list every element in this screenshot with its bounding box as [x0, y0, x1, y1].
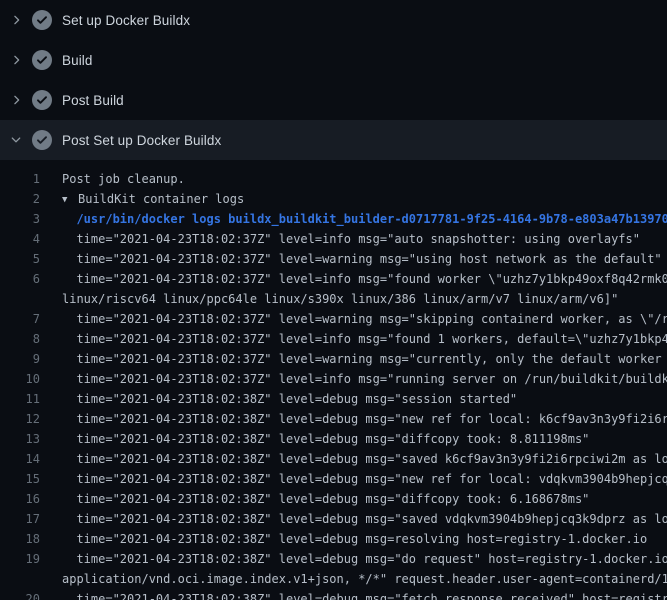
log-line-text: Post job cleanup. [62, 169, 667, 189]
step-header-0[interactable]: Set up Docker Buildx [0, 0, 667, 40]
step-list: Set up Docker Buildx Build Post Build [0, 0, 667, 160]
check-circle-icon [32, 50, 52, 70]
log-line-text: time="2021-04-23T18:02:38Z" level=debug … [62, 549, 667, 569]
log-line: linux/riscv64 linux/ppc64le linux/s390x … [0, 289, 667, 309]
log-line-text: /usr/bin/docker logs buildx_buildkit_bui… [62, 209, 667, 229]
step-header-1[interactable]: Build [0, 40, 667, 80]
log-line-number[interactable]: 1 [0, 169, 40, 189]
log-line-number[interactable]: 11 [0, 389, 40, 409]
log-line-number[interactable]: 4 [0, 229, 40, 249]
log-line-text: time="2021-04-23T18:02:38Z" level=debug … [62, 449, 667, 469]
log-line: application/vnd.oci.image.index.v1+json,… [0, 569, 667, 589]
log-line: 5 time="2021-04-23T18:02:37Z" level=warn… [0, 249, 667, 269]
log-line-text: time="2021-04-23T18:02:37Z" level=warnin… [62, 309, 667, 329]
log-line: 14 time="2021-04-23T18:02:38Z" level=deb… [0, 449, 667, 469]
log-line: 16 time="2021-04-23T18:02:38Z" level=deb… [0, 489, 667, 509]
log-line-number[interactable]: 10 [0, 369, 40, 389]
log-line-number[interactable]: 3 [0, 209, 40, 229]
triangle-down-icon[interactable]: ▼ [62, 190, 78, 210]
log-line-text: ▼BuildKit container logs [62, 189, 667, 209]
check-circle-icon [32, 90, 52, 110]
log-line-number[interactable]: 12 [0, 409, 40, 429]
log-line-number[interactable]: 17 [0, 509, 40, 529]
log-line-text: time="2021-04-23T18:02:38Z" level=debug … [62, 429, 667, 449]
log-line-number[interactable]: 14 [0, 449, 40, 469]
log-line: 6 time="2021-04-23T18:02:37Z" level=info… [0, 269, 667, 289]
log-line-text: time="2021-04-23T18:02:37Z" level=info m… [62, 269, 667, 289]
log-line-text: linux/riscv64 linux/ppc64le linux/s390x … [62, 289, 667, 309]
log-line: 10 time="2021-04-23T18:02:37Z" level=inf… [0, 369, 667, 389]
log-line-number[interactable]: 16 [0, 489, 40, 509]
log-line: 3 /usr/bin/docker logs buildx_buildkit_b… [0, 209, 667, 229]
log-line-number[interactable]: 2 [0, 189, 40, 209]
step-label: Post Set up Docker Buildx [62, 133, 221, 148]
log-line-text: time="2021-04-23T18:02:38Z" level=debug … [62, 409, 667, 429]
log-line: 4 time="2021-04-23T18:02:37Z" level=info… [0, 229, 667, 249]
log-line-text: time="2021-04-23T18:02:37Z" level=info m… [62, 369, 667, 389]
log-line: 12 time="2021-04-23T18:02:38Z" level=deb… [0, 409, 667, 429]
log-line-text: time="2021-04-23T18:02:38Z" level=debug … [62, 489, 667, 509]
log-line-number[interactable]: 5 [0, 249, 40, 269]
log-line-number[interactable]: 8 [0, 329, 40, 349]
chevron-right-icon[interactable] [8, 12, 24, 28]
log-line: 18 time="2021-04-23T18:02:38Z" level=deb… [0, 529, 667, 549]
log-line-text: time="2021-04-23T18:02:38Z" level=debug … [62, 469, 667, 489]
log-line-text: time="2021-04-23T18:02:38Z" level=debug … [62, 509, 667, 529]
log-line-number[interactable]: 18 [0, 529, 40, 549]
log-line: 1 Post job cleanup. [0, 169, 667, 189]
log-line-text: time="2021-04-23T18:02:38Z" level=debug … [62, 589, 667, 600]
log-line-text: time="2021-04-23T18:02:38Z" level=debug … [62, 529, 667, 549]
log-line: 9 time="2021-04-23T18:02:37Z" level=warn… [0, 349, 667, 369]
log-line-number[interactable]: 13 [0, 429, 40, 449]
log-line-text: time="2021-04-23T18:02:37Z" level=warnin… [62, 349, 667, 369]
step-label: Post Build [62, 93, 124, 108]
log-line-number[interactable]: 7 [0, 309, 40, 329]
log-line-text: time="2021-04-23T18:02:37Z" level=info m… [62, 329, 667, 349]
log-line: 2 ▼BuildKit container logs [0, 189, 667, 209]
chevron-down-icon[interactable] [8, 132, 24, 148]
log-line-number[interactable]: 9 [0, 349, 40, 369]
log-line-text: time="2021-04-23T18:02:37Z" level=warnin… [62, 249, 667, 269]
log-line-text: time="2021-04-23T18:02:38Z" level=debug … [62, 389, 667, 409]
log-line-number[interactable] [0, 289, 40, 309]
check-circle-icon [32, 130, 52, 150]
log-line: 15 time="2021-04-23T18:02:38Z" level=deb… [0, 469, 667, 489]
log-line: 11 time="2021-04-23T18:02:38Z" level=deb… [0, 389, 667, 409]
log-line: 8 time="2021-04-23T18:02:37Z" level=info… [0, 329, 667, 349]
log-line-text: time="2021-04-23T18:02:37Z" level=info m… [62, 229, 667, 249]
step-label: Set up Docker Buildx [62, 13, 190, 28]
chevron-right-icon[interactable] [8, 92, 24, 108]
log-line: 17 time="2021-04-23T18:02:38Z" level=deb… [0, 509, 667, 529]
check-circle-icon [32, 10, 52, 30]
log-line-number[interactable] [0, 569, 40, 589]
step-header-3[interactable]: Post Set up Docker Buildx [0, 120, 667, 160]
log-line-number[interactable]: 15 [0, 469, 40, 489]
log-line: 7 time="2021-04-23T18:02:37Z" level=warn… [0, 309, 667, 329]
chevron-right-icon[interactable] [8, 52, 24, 68]
workflow-log-viewer: Set up Docker Buildx Build Post Build [0, 0, 667, 600]
log-line: 19 time="2021-04-23T18:02:38Z" level=deb… [0, 549, 667, 569]
log-line: 13 time="2021-04-23T18:02:38Z" level=deb… [0, 429, 667, 449]
step-label: Build [62, 53, 93, 68]
step-header-2[interactable]: Post Build [0, 80, 667, 120]
log-line: 20 time="2021-04-23T18:02:38Z" level=deb… [0, 589, 667, 600]
log-line-text: application/vnd.oci.image.index.v1+json,… [62, 569, 667, 589]
log-line-number[interactable]: 20 [0, 589, 40, 600]
log-line-number[interactable]: 19 [0, 549, 40, 569]
log-line-number[interactable]: 6 [0, 269, 40, 289]
log-lines: 1 Post job cleanup. 2 ▼BuildKit containe… [0, 160, 667, 600]
